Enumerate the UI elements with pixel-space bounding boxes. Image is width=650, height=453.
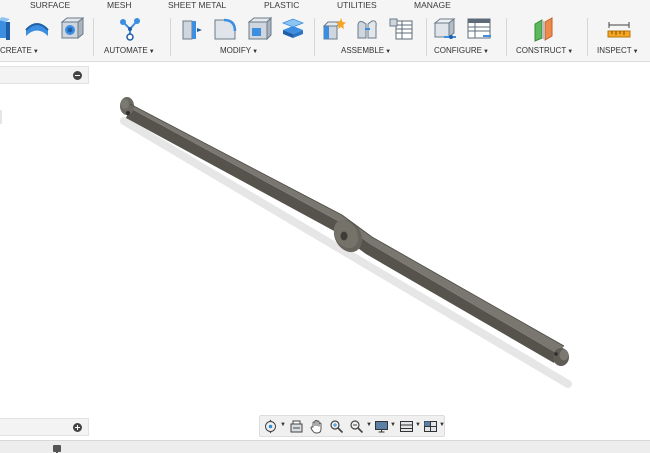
revolve-icon[interactable] bbox=[24, 16, 50, 42]
configure-icon[interactable] bbox=[432, 16, 458, 42]
ribbon-separator bbox=[314, 18, 315, 56]
automate-group: AUTOMATE▼ bbox=[95, 12, 167, 62]
viewports-dropdown[interactable]: ▼ bbox=[439, 422, 445, 428]
bill-of-materials-icon[interactable] bbox=[388, 16, 414, 42]
ribbon-separator bbox=[587, 18, 588, 56]
configure-group: CONFIGURE▼ bbox=[428, 12, 504, 62]
timeline-bar bbox=[0, 440, 650, 453]
navigation-bar: ▼ ▼ ▼ ▼ ▼ bbox=[259, 415, 445, 437]
ribbon-separator bbox=[426, 18, 427, 56]
orbit-icon[interactable] bbox=[263, 419, 278, 434]
right-end-hole bbox=[554, 352, 558, 356]
grid-settings-icon[interactable] bbox=[399, 419, 414, 434]
pan-icon[interactable] bbox=[309, 419, 324, 434]
panel-edge bbox=[0, 110, 2, 124]
assemble-group: ASSEMBLE▼ bbox=[316, 12, 424, 62]
tab-plastic[interactable]: PLASTIC bbox=[264, 0, 299, 11]
center-hole bbox=[340, 231, 348, 241]
automate-icon[interactable] bbox=[117, 16, 143, 42]
ribbon-separator bbox=[93, 18, 94, 56]
automate-label[interactable]: AUTOMATE▼ bbox=[104, 46, 155, 57]
orbit-dropdown[interactable]: ▼ bbox=[280, 422, 286, 428]
display-settings-icon[interactable] bbox=[374, 419, 389, 434]
hole-icon[interactable] bbox=[58, 16, 85, 42]
toolbar-tabs: SURFACE MESH SHEET METAL PLASTIC UTILITI… bbox=[0, 0, 650, 12]
joint-icon[interactable] bbox=[354, 16, 380, 42]
new-component-icon[interactable] bbox=[321, 16, 347, 42]
ribbon-separator bbox=[170, 18, 171, 56]
inspect-label[interactable]: INSPECT▼ bbox=[597, 46, 639, 57]
configuration-table-icon[interactable] bbox=[466, 16, 492, 42]
collapse-icon[interactable] bbox=[73, 71, 82, 80]
modify-group: MODIFY▼ bbox=[172, 12, 312, 62]
comments-panel bbox=[0, 418, 89, 436]
tab-manage[interactable]: MANAGE bbox=[414, 0, 451, 11]
assemble-label[interactable]: ASSEMBLE▼ bbox=[341, 46, 391, 57]
create-label[interactable]: CREATE▼ bbox=[0, 46, 39, 57]
extrude-icon[interactable] bbox=[0, 16, 18, 42]
offset-plane-icon[interactable] bbox=[532, 16, 558, 42]
zoom-dropdown[interactable]: ▼ bbox=[366, 422, 372, 428]
left-end-pin bbox=[121, 99, 129, 109]
tab-utilities[interactable]: UTILITIES bbox=[337, 0, 377, 11]
ribbon: CREATE▼ AUTOMATE▼ MODIFY▼ ASSEMBLE▼ CONF… bbox=[0, 12, 650, 62]
timeline-marker-icon[interactable] bbox=[53, 445, 61, 453]
expand-icon[interactable] bbox=[73, 423, 82, 432]
ribbon-separator bbox=[506, 18, 507, 56]
zoom-icon[interactable] bbox=[329, 419, 344, 434]
create-group: CREATE▼ bbox=[0, 12, 92, 62]
tab-sheet-metal[interactable]: SHEET METAL bbox=[168, 0, 226, 11]
tab-mesh[interactable]: MESH bbox=[107, 0, 132, 11]
construct-group: CONSTRUCT▼ bbox=[508, 12, 584, 62]
press-pull-icon[interactable] bbox=[178, 16, 204, 42]
combine-icon[interactable] bbox=[280, 16, 306, 42]
model-shadow bbox=[120, 117, 572, 388]
browser-panel bbox=[0, 66, 89, 84]
grid-dropdown[interactable]: ▼ bbox=[415, 422, 421, 428]
configure-label[interactable]: CONFIGURE▼ bbox=[434, 46, 489, 57]
shell-icon[interactable] bbox=[246, 16, 273, 42]
tab-surface[interactable]: SURFACE bbox=[30, 0, 70, 11]
fillet-icon[interactable] bbox=[212, 16, 238, 42]
left-end-hole bbox=[126, 111, 130, 115]
inspect-group: INSPECT▼ bbox=[589, 12, 650, 62]
construct-label[interactable]: CONSTRUCT▼ bbox=[516, 46, 573, 57]
right-end-pin bbox=[559, 349, 569, 361]
canvas-viewport[interactable] bbox=[90, 64, 650, 409]
modify-label[interactable]: MODIFY▼ bbox=[220, 46, 258, 57]
display-dropdown[interactable]: ▼ bbox=[390, 422, 396, 428]
measure-icon[interactable] bbox=[606, 16, 632, 42]
viewports-icon[interactable] bbox=[423, 419, 438, 434]
zoom-window-icon[interactable] bbox=[349, 419, 364, 434]
look-at-icon[interactable] bbox=[289, 419, 304, 434]
